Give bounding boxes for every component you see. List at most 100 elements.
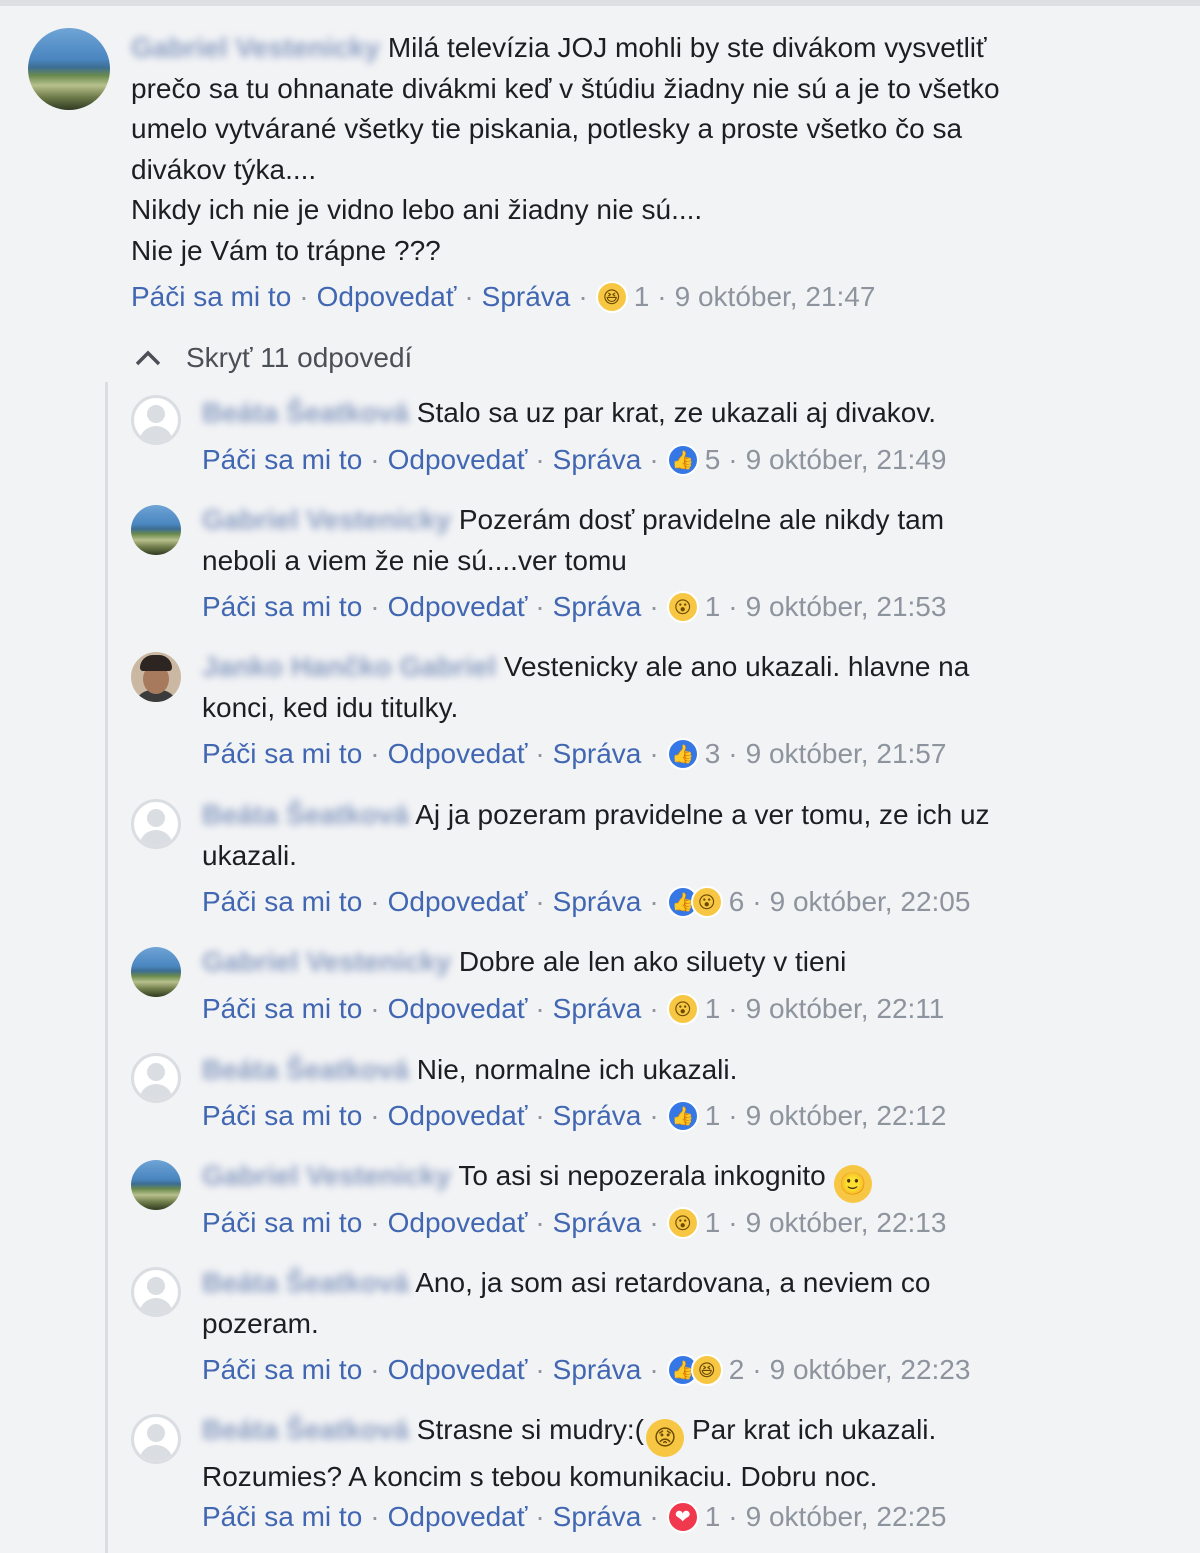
like-link[interactable]: Páči sa mi to [131, 279, 291, 315]
reply-author[interactable]: Beáta Šeatková [202, 397, 409, 428]
message-link[interactable]: Správa [553, 1098, 642, 1134]
reaction-count[interactable]: 1 [705, 1205, 721, 1241]
wow-emoji-icon: 😮 [666, 1207, 699, 1239]
avatar[interactable] [28, 28, 110, 110]
reaction-count[interactable]: 5 [705, 442, 721, 478]
message-link[interactable]: Správa [553, 991, 642, 1027]
reply-actions: Páči sa mi to · Odpovedať · Správa · 😮 1 · 9… [202, 589, 946, 625]
timestamp[interactable]: 9 október, 22:12 [746, 1098, 947, 1134]
message-link[interactable]: Správa [553, 884, 642, 920]
reply-link[interactable]: Odpovedať [388, 991, 528, 1027]
like-link[interactable]: Páči sa mi to [202, 991, 362, 1027]
reactions[interactable]: 😮 [666, 591, 699, 623]
reply-link[interactable]: Odpovedať [388, 1352, 528, 1388]
timestamp[interactable]: 9 október, 22:11 [746, 991, 945, 1027]
reply: Gabriel Vestenicky Dobre ale len ako sil… [202, 942, 1162, 983]
comment-author[interactable]: Gabriel Vestenicky [131, 32, 380, 63]
reactions[interactable]: 😮 [666, 1207, 699, 1239]
separator: · [535, 1100, 545, 1131]
reply-author[interactable]: Beáta Šeatková [202, 1054, 409, 1085]
reply-link[interactable]: Odpovedať [388, 1205, 528, 1241]
message-link[interactable]: Správa [553, 1499, 642, 1535]
avatar[interactable] [131, 1053, 181, 1103]
reply-link[interactable]: Odpovedať [317, 279, 457, 315]
timestamp[interactable]: 9 október, 21:57 [746, 736, 947, 772]
reply-text: Dobre ale len ako siluety v tieni [458, 946, 847, 977]
timestamp[interactable]: 9 október, 21:53 [746, 589, 947, 625]
hide-replies-toggle[interactable]: Skryť 11 odpovedí [134, 338, 412, 378]
timestamp[interactable]: 9 október, 22:05 [770, 884, 971, 920]
reactions[interactable]: 👍 😮 [666, 886, 723, 918]
timestamp[interactable]: 9 október, 22:23 [770, 1352, 971, 1388]
reply-link[interactable]: Odpovedať [388, 884, 528, 920]
reply-link[interactable]: Odpovedať [388, 589, 528, 625]
like-link[interactable]: Páči sa mi to [202, 1205, 362, 1241]
avatar[interactable] [131, 652, 181, 702]
separator: · [728, 1501, 738, 1532]
reaction-count[interactable]: 1 [705, 991, 721, 1027]
separator: · [535, 1354, 545, 1385]
reactions[interactable]: 👍 [666, 1100, 699, 1132]
reaction-count[interactable]: 1 [705, 1499, 721, 1535]
reaction-count[interactable]: 2 [729, 1352, 745, 1388]
message-link[interactable]: Správa [553, 589, 642, 625]
reactions[interactable]: 👍 😆 [666, 1354, 723, 1386]
reply-author[interactable]: Gabriel Vestenicky [202, 946, 451, 977]
reactions[interactable]: 😮 [666, 993, 699, 1025]
avatar[interactable] [131, 1414, 181, 1464]
reply-author[interactable]: Beáta Šeatková [202, 1267, 409, 1298]
separator: · [370, 886, 380, 917]
reply-link[interactable]: Odpovedať [388, 1098, 528, 1134]
like-link[interactable]: Páči sa mi to [202, 736, 362, 772]
reply-author[interactable]: Beáta Šeatková [202, 1414, 409, 1445]
avatar[interactable] [131, 1267, 181, 1317]
reply-link[interactable]: Odpovedať [388, 1499, 528, 1535]
thread-line [105, 382, 108, 1553]
reaction-count[interactable]: 1 [634, 279, 650, 315]
separator: · [370, 1207, 380, 1238]
message-link[interactable]: Správa [553, 442, 642, 478]
reply-author[interactable]: Gabriel Vestenicky [202, 504, 451, 535]
like-link[interactable]: Páči sa mi to [202, 442, 362, 478]
message-link[interactable]: Správa [553, 1205, 642, 1241]
timestamp[interactable]: 9 október, 21:47 [675, 279, 876, 315]
separator: · [370, 444, 380, 475]
top-divider [0, 0, 1200, 6]
timestamp[interactable]: 9 október, 22:25 [746, 1499, 947, 1535]
avatar[interactable] [131, 395, 181, 445]
separator: · [728, 1207, 738, 1238]
sad-emoji-icon: 😟 [645, 1419, 684, 1457]
avatar[interactable] [131, 505, 181, 555]
reaction-count[interactable]: 3 [705, 736, 721, 772]
reply: Gabriel Vestenicky To asi si nepozerala … [202, 1156, 1162, 1203]
like-link[interactable]: Páči sa mi to [202, 1352, 362, 1388]
timestamp[interactable]: 9 október, 21:49 [746, 442, 947, 478]
reactions[interactable]: 😆 [595, 281, 628, 313]
separator: · [728, 738, 738, 769]
reply-author[interactable]: Janko Hančko Gabriel [202, 651, 496, 682]
reactions[interactable]: 👍 [666, 444, 699, 476]
like-link[interactable]: Páči sa mi to [202, 1499, 362, 1535]
reaction-count[interactable]: 6 [729, 884, 745, 920]
haha-emoji-icon: 😆 [595, 281, 628, 313]
like-link[interactable]: Páči sa mi to [202, 1098, 362, 1134]
reactions[interactable]: ❤ [666, 1501, 699, 1533]
message-link[interactable]: Správa [482, 279, 571, 315]
reaction-count[interactable]: 1 [705, 589, 721, 625]
timestamp[interactable]: 9 október, 22:13 [746, 1205, 947, 1241]
like-link[interactable]: Páči sa mi to [202, 884, 362, 920]
like-link[interactable]: Páči sa mi to [202, 589, 362, 625]
comment-text-line: Milá televízia JOJ mohli by ste divákom … [387, 32, 987, 63]
avatar[interactable] [131, 799, 181, 849]
reply: Beáta Šeatková Nie, normalne ich ukazali… [202, 1050, 1162, 1091]
avatar[interactable] [131, 947, 181, 997]
reply-author[interactable]: Gabriel Vestenicky [202, 1160, 451, 1191]
avatar[interactable] [131, 1160, 181, 1210]
reply-author[interactable]: Beáta Šeatková [202, 799, 409, 830]
reactions[interactable]: 👍 [666, 738, 699, 770]
reaction-count[interactable]: 1 [705, 1098, 721, 1134]
message-link[interactable]: Správa [553, 1352, 642, 1388]
message-link[interactable]: Správa [553, 736, 642, 772]
reply-link[interactable]: Odpovedať [388, 442, 528, 478]
reply-link[interactable]: Odpovedať [388, 736, 528, 772]
